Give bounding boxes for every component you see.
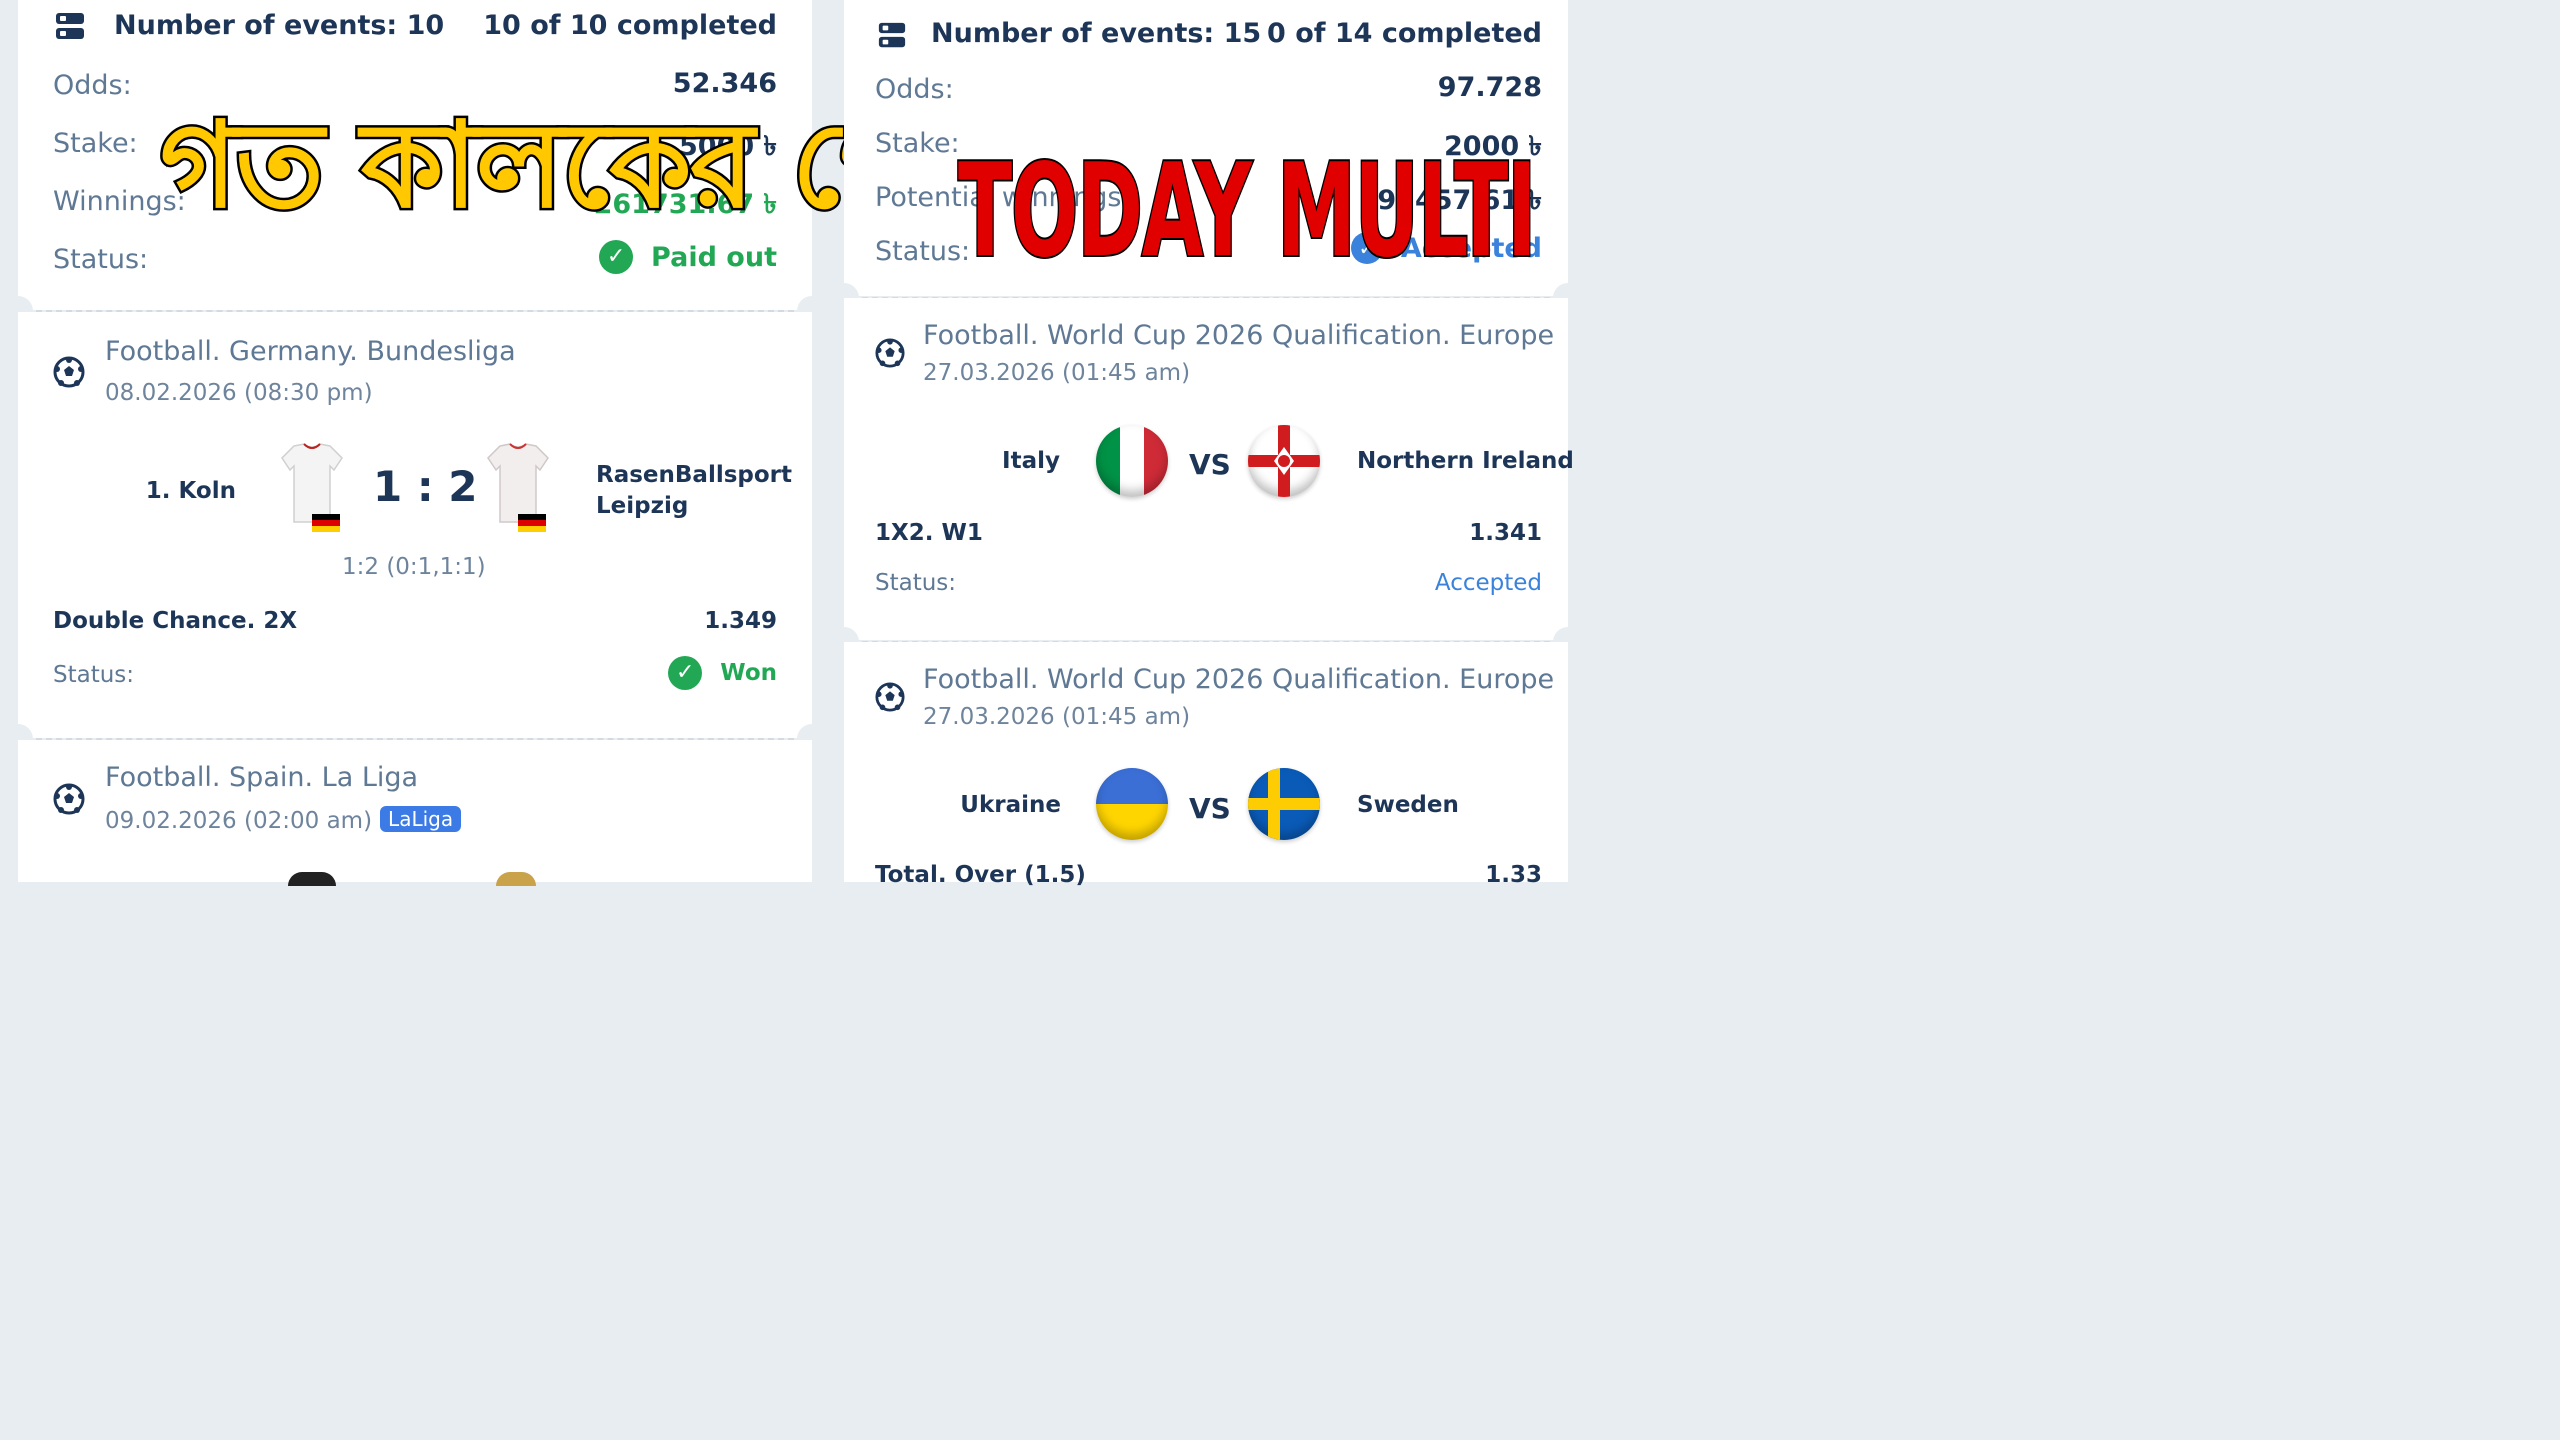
odds-label: Odds:	[875, 74, 954, 105]
football-icon	[875, 338, 905, 368]
score-detail: 1:2 (0:1,1:1)	[342, 554, 486, 580]
vs-label: VS	[1189, 448, 1231, 481]
events-count: Number of events: 15	[931, 18, 1262, 49]
league-name: Football. Germany. Bundesliga	[105, 336, 516, 367]
status-value: Accepted	[1434, 570, 1542, 596]
ticket-icon	[878, 22, 906, 48]
left-bet-slip: Number of events: 10 10 of 10 completed …	[3, 0, 983, 886]
status-label: Status:	[875, 570, 957, 596]
stake-label: Stake:	[53, 128, 138, 159]
events-count: Number of events: 10	[114, 10, 445, 41]
odds-label: Odds:	[53, 70, 132, 101]
odds-value: 97.728	[1437, 72, 1542, 103]
flag-icon	[1248, 768, 1320, 840]
right-event-card-1[interactable]: Football. World Cup 2026 Qualification. …	[844, 298, 1574, 640]
status-label: Status:	[53, 244, 149, 275]
league-tag: LaLiga	[380, 806, 462, 832]
football-icon	[53, 783, 85, 815]
away-team: RasenBallsport Leipzig	[596, 462, 793, 519]
status-label: Status:	[53, 662, 135, 688]
market-name: Total. Over (1.5)	[875, 862, 1086, 888]
league-name: Football. World Cup 2026 Qualification. …	[923, 320, 1555, 351]
status-label: Status:	[875, 236, 971, 267]
right-event-card-2[interactable]: Football. World Cup 2026 Qualification. …	[844, 642, 1568, 888]
league-name: Football. World Cup 2026 Qualification. …	[923, 664, 1555, 695]
completed-count: 0 of 14 completed	[1267, 18, 1542, 49]
event-date: 08.02.2026 (08:30 pm)	[105, 380, 373, 406]
market-name: Double Chance. 2X	[53, 608, 298, 634]
status-badge: ✓ Won	[668, 656, 777, 690]
team-logo	[496, 872, 536, 886]
team-logo	[288, 872, 336, 886]
check-circle-icon: ✓	[668, 656, 703, 690]
league-name: Football. Spain. La Liga	[105, 762, 419, 793]
football-icon	[53, 356, 85, 388]
event-date: 27.03.2026 (01:45 am)	[923, 360, 1191, 386]
jersey-icon	[281, 443, 343, 532]
flag-icon	[1096, 425, 1168, 497]
home-team: Italy	[1002, 448, 1060, 474]
away-team: Northern Ireland	[1357, 448, 1574, 474]
right-bet-slip: Number of events: 15 0 of 14 completed O…	[829, 0, 1583, 888]
ticket-icon	[56, 13, 84, 39]
flag-icon	[1096, 768, 1168, 840]
event-date: 27.03.2026 (01:45 am)	[923, 704, 1191, 730]
check-circle-icon: ✓	[599, 240, 634, 274]
flag-icon	[1248, 425, 1320, 497]
away-team: Sweden	[1357, 792, 1459, 818]
match-score: 1 : 2	[373, 462, 478, 511]
completed-count: 10 of 10 completed	[483, 10, 777, 41]
status-badge: ✓ Paid out	[599, 240, 777, 274]
event-date: 09.02.2026 (02:00 am) LaLiga	[105, 806, 462, 834]
left-event-card-1[interactable]: Football. Germany. Bundesliga 08.02.2026…	[18, 312, 812, 738]
market-name: 1X2. W1	[875, 520, 983, 546]
jersey-icon	[487, 443, 549, 532]
football-icon	[875, 682, 905, 712]
left-event-card-2[interactable]: Football. Spain. La Liga 09.02.2026 (02:…	[18, 740, 812, 886]
home-team: 1. Koln	[145, 478, 236, 504]
home-team: Ukraine	[960, 792, 1061, 818]
overlay-caption-english: TODAY MULTI	[957, 137, 1538, 286]
vs-label: VS	[1189, 792, 1231, 825]
market-odds: 1.33	[1485, 862, 1542, 888]
market-odds: 1.349	[704, 608, 777, 634]
stake-label: Stake:	[875, 128, 960, 159]
market-odds: 1.341	[1469, 520, 1542, 546]
